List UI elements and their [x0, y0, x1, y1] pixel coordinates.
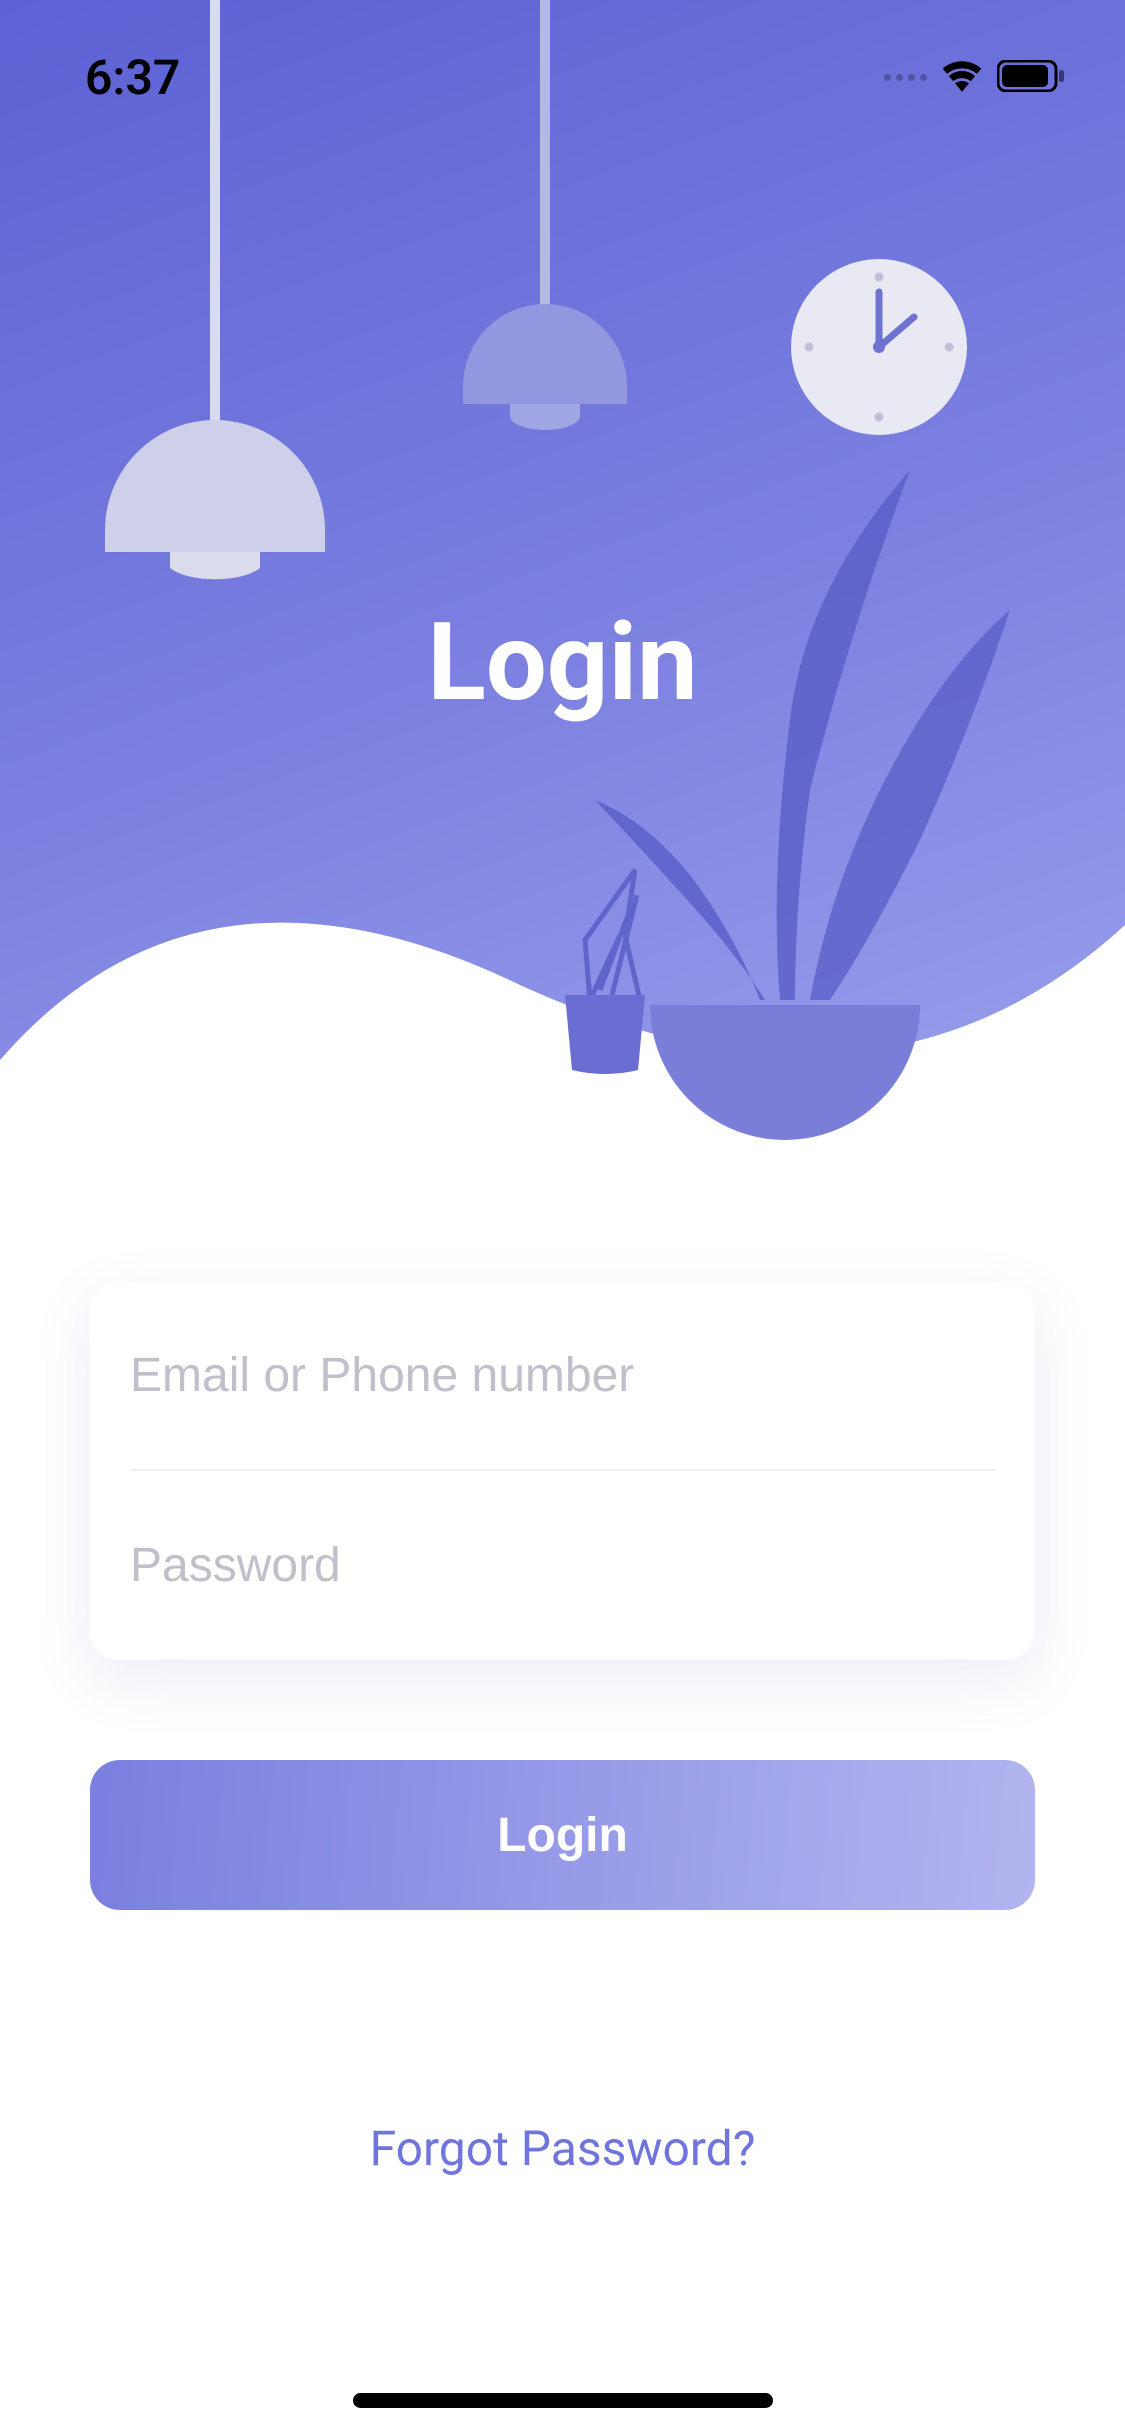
password-row: [130, 1471, 995, 1660]
status-icons: [884, 60, 1065, 96]
status-time: 6:37: [85, 49, 180, 106]
email-field[interactable]: [130, 1348, 995, 1403]
forgot-password-link[interactable]: Forgot Password?: [370, 2120, 756, 2177]
cellular-dots-icon: [884, 74, 927, 81]
battery-icon: [997, 60, 1065, 96]
password-field[interactable]: [130, 1538, 995, 1593]
login-button[interactable]: Login: [90, 1760, 1035, 1910]
status-bar: 6:37: [0, 0, 1125, 120]
plant-decoration: [560, 440, 1020, 1144]
email-row: [130, 1282, 995, 1471]
clock-decoration: [786, 254, 972, 444]
page-title: Login: [427, 600, 697, 726]
login-form-card: [90, 1282, 1035, 1660]
wifi-icon: [941, 60, 983, 96]
home-indicator: [353, 2393, 773, 2408]
